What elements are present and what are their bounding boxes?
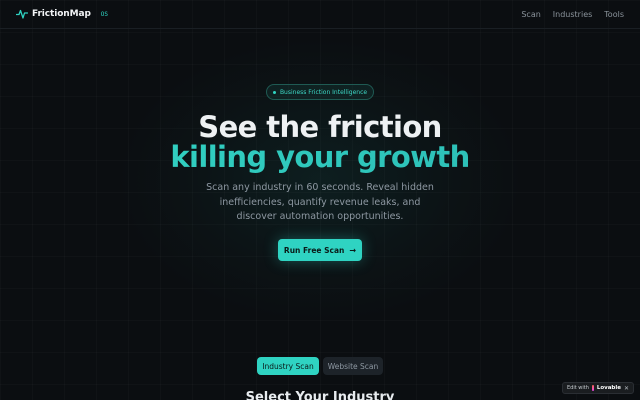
hero-badge-text: Business Friction Intelligence <box>279 88 368 96</box>
tab-industry-scan[interactable]: Industry Scan <box>257 357 319 375</box>
hero-title-line-1: See the friction <box>198 110 442 144</box>
nav-link-scan[interactable]: Scan <box>521 10 540 19</box>
background-glow <box>120 40 520 320</box>
section-title: Select Your Industry <box>245 390 395 400</box>
tab-website-scan[interactable]: Website Scan <box>323 357 383 375</box>
close-icon[interactable]: ✕ <box>624 385 629 392</box>
brand-name: FrictionMap <box>32 9 91 19</box>
scan-type-tabs: Industry Scan Website Scan <box>257 357 383 375</box>
lovable-prefix: Edit with <box>567 385 589 391</box>
nav-link-tools[interactable]: Tools <box>604 10 624 19</box>
edit-with-lovable-badge[interactable]: Edit with Lovable ✕ <box>562 382 634 394</box>
lovable-brand: Lovable <box>596 385 621 391</box>
nav-link-industries[interactable]: Industries <box>553 10 592 19</box>
brand-logo[interactable]: FrictionMap OS <box>16 8 108 20</box>
dot-icon <box>272 90 276 94</box>
heart-icon <box>591 385 594 391</box>
arrow-right-icon: → <box>349 245 357 255</box>
hero-title-line-2: killing your growth <box>0 141 640 173</box>
top-navbar: FrictionMap OS Scan Industries Tools <box>0 0 640 29</box>
hero-badge: Business Friction Intelligence <box>266 84 374 100</box>
brand-badge: OS <box>100 10 109 18</box>
run-free-scan-button[interactable]: Run Free Scan → <box>278 239 362 261</box>
pulse-line-icon <box>16 9 28 19</box>
hero-subtitle: Scan any industry in 60 seconds. Reveal … <box>206 182 434 222</box>
run-free-scan-label: Run Free Scan <box>283 245 345 255</box>
main-nav: Scan Industries Tools <box>521 10 624 19</box>
